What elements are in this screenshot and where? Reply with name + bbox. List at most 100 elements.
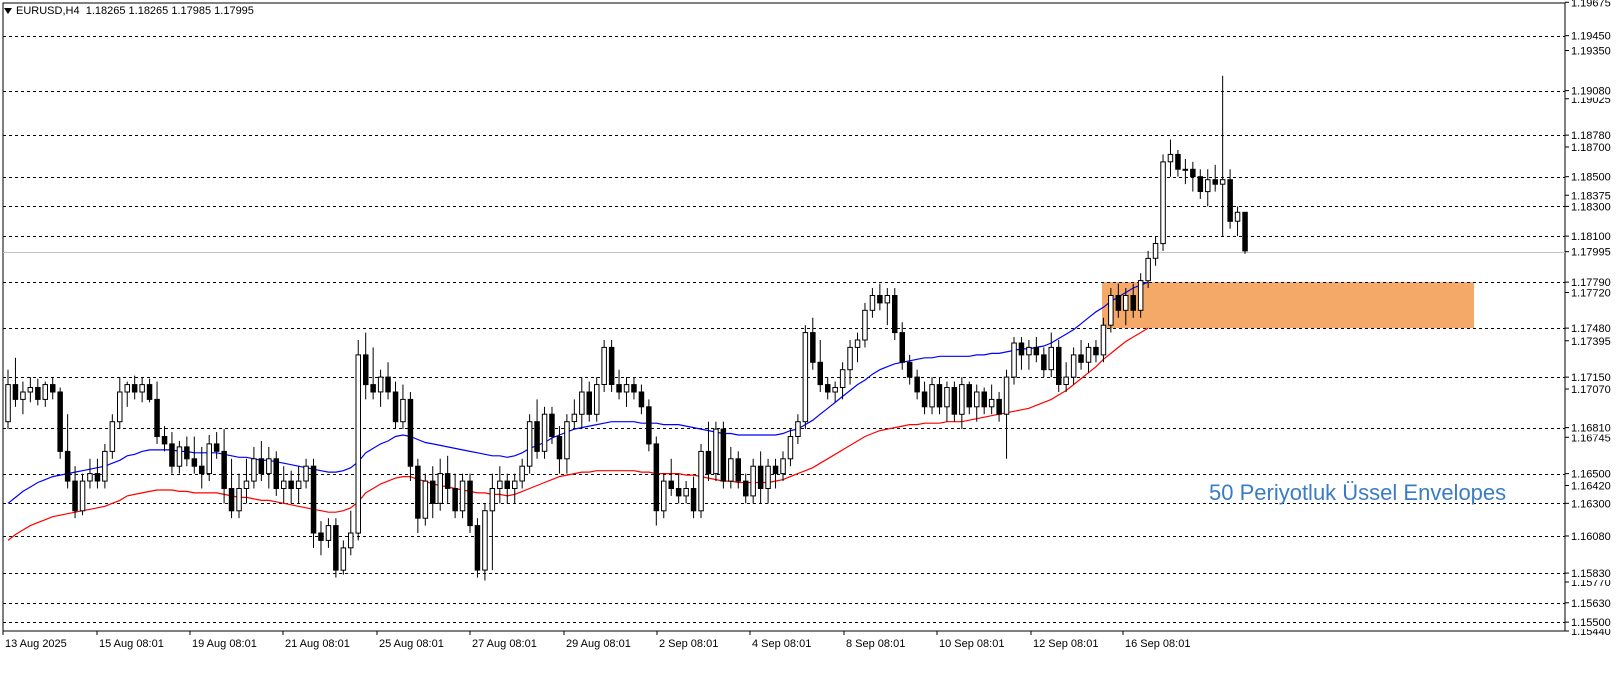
bull-candle: [5, 384, 11, 423]
bull-candle: [571, 413, 578, 423]
bull-candle: [348, 532, 354, 549]
bull-candle: [1219, 179, 1226, 185]
bull-candle: [124, 384, 130, 393]
bear-candle: [12, 384, 19, 400]
price-chart[interactable]: 1.196751.193501.190251.187001.183751.177…: [0, 0, 1624, 684]
bull-candle: [698, 450, 704, 512]
bull-candle: [102, 450, 108, 482]
y-tick-label: 1.19675: [1571, 0, 1611, 9]
bull-candle: [1152, 243, 1159, 259]
bear-candle: [1212, 179, 1218, 185]
bear-candle: [370, 384, 376, 393]
bull-candle: [683, 488, 689, 497]
bull-candle: [862, 309, 868, 341]
bear-candle: [1190, 168, 1196, 178]
bull-candle: [206, 443, 212, 475]
bull-candle: [1011, 342, 1017, 378]
bear-candle: [1242, 211, 1248, 252]
bear-candle: [131, 384, 138, 393]
bull-candle: [526, 421, 533, 467]
dropdown-triangle-icon[interactable]: [4, 8, 12, 15]
bull-candle: [27, 387, 34, 393]
level-label: 1.19450: [1571, 31, 1611, 43]
level-label: 1.15630: [1571, 598, 1611, 610]
bear-candle: [392, 391, 399, 423]
level-label: 1.17150: [1571, 372, 1611, 384]
bear-candle: [556, 436, 563, 460]
bear-candle: [757, 465, 764, 490]
bear-candle: [191, 458, 198, 467]
symbol-label: EURUSD,H4: [16, 5, 80, 17]
bull-candle: [117, 391, 123, 423]
bear-candle: [221, 450, 227, 489]
bull-candle: [42, 384, 48, 400]
bear-candle: [407, 398, 414, 467]
bear-candle: [616, 384, 622, 393]
bear-candle: [743, 480, 749, 497]
bull-candle: [20, 391, 26, 400]
bear-candle: [549, 413, 555, 438]
bear-candle: [653, 443, 660, 512]
annotation-text: 50 Periyotluk Üssel Envelopes: [1209, 480, 1507, 505]
bear-candle: [199, 465, 205, 475]
bear-candle: [1041, 354, 1047, 371]
bull-candle: [266, 458, 272, 475]
level-label: 1.18780: [1571, 130, 1611, 142]
y-tick-label: 1.18700: [1571, 142, 1611, 154]
chart-header: EURUSD,H4 1.18265 1.18265 1.17985 1.1799…: [4, 5, 254, 17]
bull-candle: [728, 458, 734, 482]
level-label: 1.17480: [1571, 323, 1611, 335]
bear-candle: [675, 488, 682, 497]
bear-candle: [1033, 346, 1040, 356]
bear-candle: [213, 443, 220, 452]
bear-candle: [467, 480, 473, 527]
bull-candle: [847, 346, 853, 371]
bull-candle: [1137, 280, 1144, 311]
bear-candle: [638, 391, 645, 408]
x-tick-label: 10 Sep 08:01: [939, 638, 1004, 650]
level-label: 1.16810: [1571, 423, 1611, 435]
bull-candle: [1160, 161, 1166, 245]
bull-candle: [512, 480, 518, 490]
bear-candle: [1227, 179, 1233, 222]
bear-candle: [981, 391, 987, 408]
level-label: 1.18100: [1571, 231, 1611, 243]
bull-candle: [974, 391, 980, 408]
bear-candle: [810, 332, 816, 363]
bull-candle: [422, 480, 429, 519]
bull-candle: [459, 480, 466, 512]
level-label: 1.16500: [1571, 469, 1611, 481]
bear-candle: [631, 384, 637, 393]
bear-candle: [608, 346, 615, 385]
x-tick-label: 16 Sep 08:01: [1125, 638, 1190, 650]
bull-candle: [243, 480, 250, 490]
bear-candle: [169, 443, 175, 467]
bear-candle: [690, 488, 697, 512]
bull-candle: [988, 398, 995, 408]
support-zone: [1102, 282, 1474, 329]
bear-candle: [966, 384, 972, 408]
bull-candle: [1070, 354, 1077, 378]
bull-candle: [340, 547, 347, 571]
bear-candle: [1056, 346, 1062, 385]
bull-candle: [1048, 346, 1054, 371]
bear-candle: [1130, 295, 1136, 311]
level-label: 1.17995: [1571, 247, 1611, 259]
bull-candle: [854, 339, 861, 348]
bull-candle: [251, 458, 257, 482]
bull-candle: [79, 480, 86, 512]
x-tick-label: 29 Aug 08:01: [566, 638, 631, 650]
bull-candle: [795, 421, 801, 438]
bear-candle: [94, 473, 101, 482]
bear-candle: [936, 384, 943, 408]
y-tick-label: 1.17070: [1571, 384, 1611, 396]
bear-candle: [154, 398, 160, 437]
bull-candle: [1085, 346, 1092, 363]
bull-candle: [884, 295, 891, 304]
bull-candle: [832, 387, 838, 393]
x-tick-label: 15 Aug 08:01: [99, 638, 164, 650]
y-tick-label: 1.17395: [1571, 336, 1611, 348]
bear-candle: [534, 421, 540, 452]
bear-candle: [892, 295, 898, 334]
bull-candle: [236, 488, 242, 512]
